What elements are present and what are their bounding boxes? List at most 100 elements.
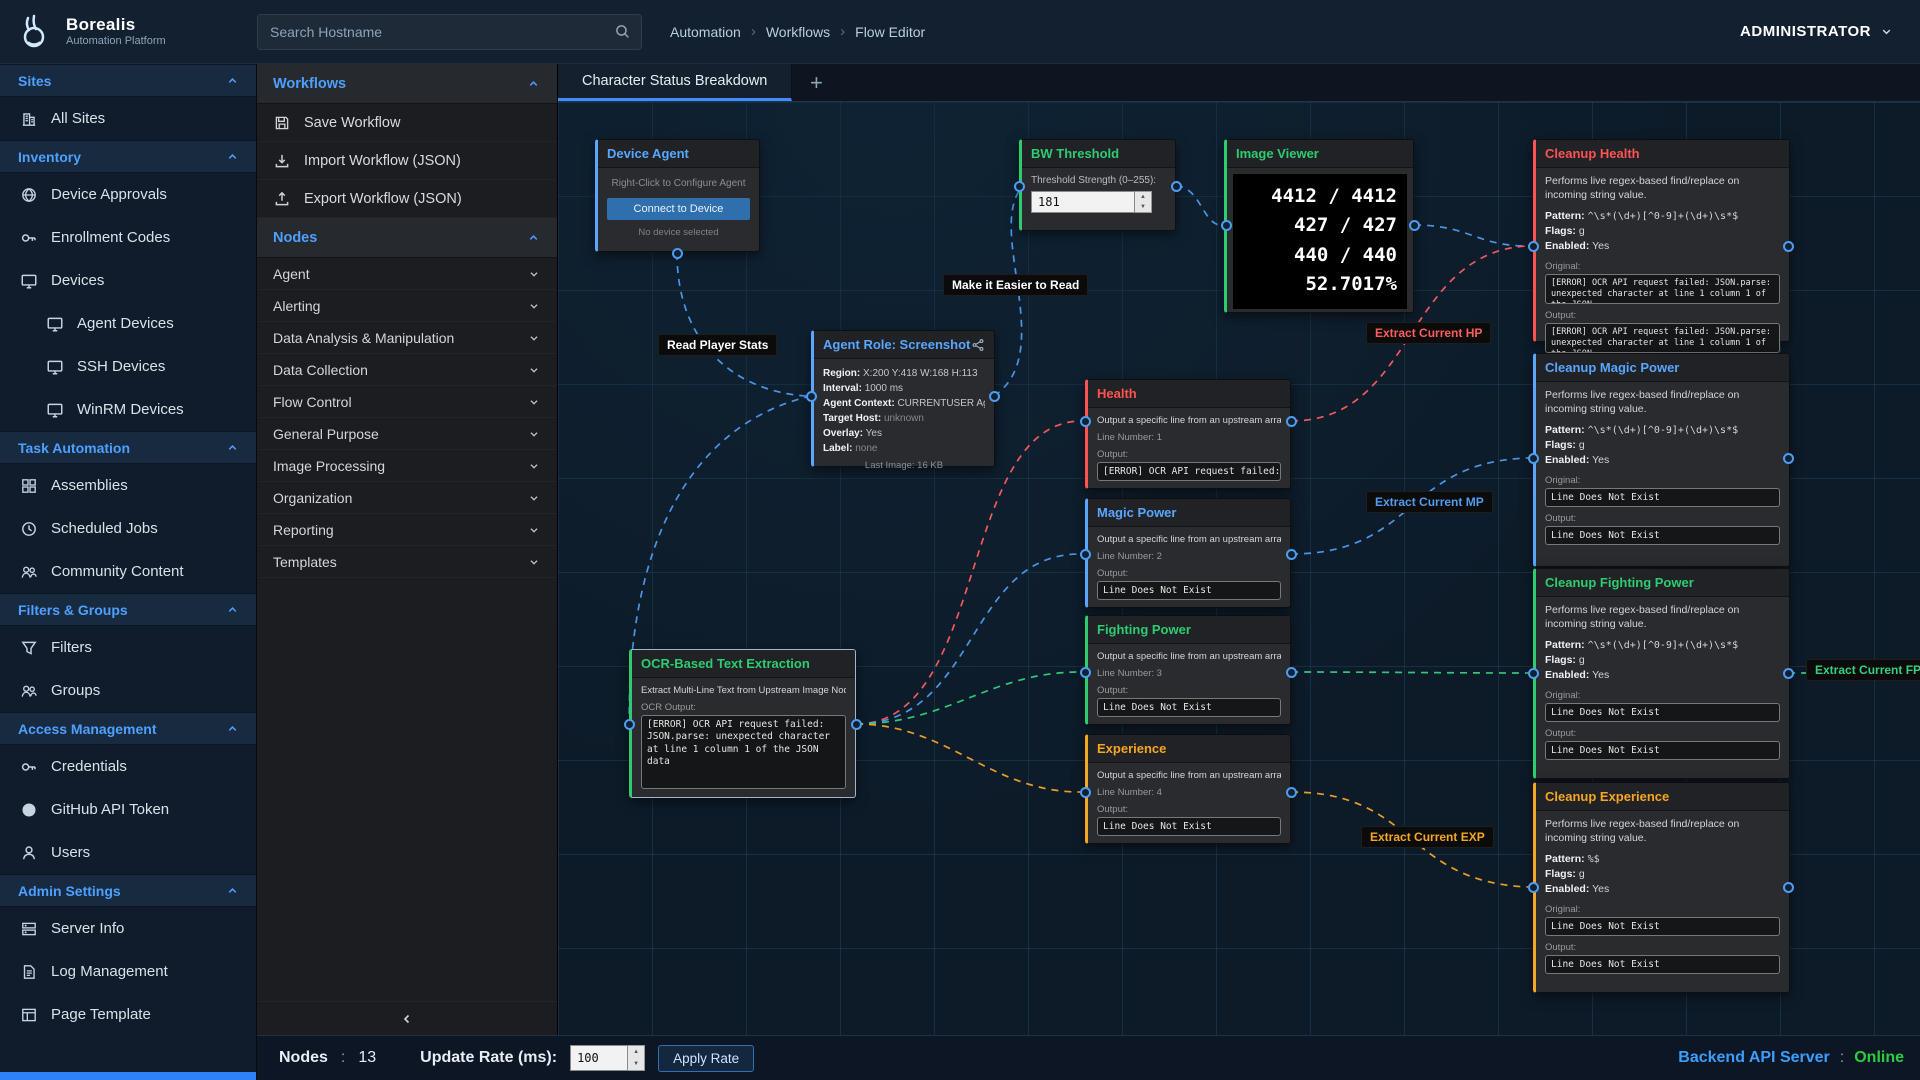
port[interactable]: [1286, 787, 1297, 798]
node-ocr-text-extraction[interactable]: OCR-Based Text Extraction Extract Multi-…: [629, 649, 856, 798]
number-stepper[interactable]: ▲▼: [628, 1045, 645, 1071]
output-textbox[interactable]: Line Does Not Exist: [1097, 581, 1281, 600]
node-health[interactable]: Health Output a specific line from an up…: [1085, 379, 1291, 489]
threshold-value-input[interactable]: [1031, 191, 1135, 213]
port[interactable]: [1080, 549, 1091, 560]
sidebar-item-devices[interactable]: Devices: [0, 259, 256, 302]
port[interactable]: [851, 719, 862, 730]
tab-character-status-breakdown[interactable]: Character Status Breakdown: [558, 64, 792, 101]
output-textbox[interactable]: [ERROR] OCR API request failed: JSON.par…: [1545, 323, 1780, 353]
port[interactable]: [1528, 882, 1539, 893]
port[interactable]: [1783, 668, 1794, 679]
sidebar-section-sites[interactable]: Sites: [0, 64, 256, 97]
sidebar-item-scheduled-jobs[interactable]: Scheduled Jobs: [0, 507, 256, 550]
port[interactable]: [1014, 181, 1025, 192]
port[interactable]: [1783, 453, 1794, 464]
original-textbox[interactable]: Line Does Not Exist: [1545, 488, 1780, 507]
stepper-up-icon[interactable]: ▲: [628, 1046, 644, 1058]
node-image-viewer[interactable]: Image Viewer 4412 / 4412 427 / 427 440 /…: [1224, 139, 1414, 313]
sidebar-section-task-automation[interactable]: Task Automation: [0, 431, 256, 464]
node-category-reporting[interactable]: Reporting: [257, 514, 557, 546]
node-category-data-analysis[interactable]: Data Analysis & Manipulation: [257, 322, 557, 354]
original-textbox[interactable]: Line Does Not Exist: [1545, 703, 1780, 722]
node-category-general-purpose[interactable]: General Purpose: [257, 418, 557, 450]
sidebar-section-filters-groups[interactable]: Filters & Groups: [0, 593, 256, 626]
sidebar-item-device-approvals[interactable]: Device Approvals: [0, 173, 256, 216]
ocr-output-textbox[interactable]: [ERROR] OCR API request failed: JSON.par…: [641, 715, 846, 789]
node-fighting-power[interactable]: Fighting Power Output a specific line fr…: [1085, 615, 1291, 725]
node-category-data-collection[interactable]: Data Collection: [257, 354, 557, 386]
breadcrumb-workflows[interactable]: Workflows: [766, 24, 830, 40]
breadcrumb-automation[interactable]: Automation: [670, 24, 741, 40]
sidebar-item-credentials[interactable]: Credentials: [0, 745, 256, 788]
search-input[interactable]: [258, 24, 614, 40]
export-workflow-button[interactable]: Export Workflow (JSON): [257, 180, 557, 218]
port[interactable]: [1171, 181, 1182, 192]
port[interactable]: [989, 391, 1000, 402]
sidebar-item-enrollment-codes[interactable]: Enrollment Codes: [0, 216, 256, 259]
node-magic-power[interactable]: Magic Power Output a specific line from …: [1085, 498, 1291, 608]
stepper-down-icon[interactable]: ▼: [1135, 202, 1151, 212]
port[interactable]: [1528, 668, 1539, 679]
sidebar-item-github-api-token[interactable]: GitHub API Token: [0, 788, 256, 831]
node-category-organization[interactable]: Organization: [257, 482, 557, 514]
node-experience[interactable]: Experience Output a specific line from a…: [1085, 734, 1291, 844]
node-category-image-processing[interactable]: Image Processing: [257, 450, 557, 482]
sidebar-item-server-info[interactable]: Server Info: [0, 907, 256, 950]
port[interactable]: [1080, 787, 1091, 798]
collapse-panel-button[interactable]: [257, 1001, 557, 1035]
add-tab-button[interactable]: +: [792, 64, 840, 101]
node-category-agent[interactable]: Agent: [257, 258, 557, 290]
node-cleanup-experience[interactable]: Cleanup Experience Performs live regex-b…: [1533, 782, 1790, 993]
sidebar-item-ssh-devices[interactable]: SSH Devices: [0, 345, 256, 388]
sidebar-section-inventory[interactable]: Inventory: [0, 140, 256, 173]
sidebar-item-users[interactable]: Users: [0, 831, 256, 874]
stepper-down-icon[interactable]: ▼: [628, 1058, 644, 1070]
node-cleanup-health[interactable]: Cleanup Health Performs live regex-based…: [1533, 139, 1790, 342]
port[interactable]: [672, 248, 683, 259]
output-textbox[interactable]: Line Does Not Exist: [1097, 817, 1281, 836]
port[interactable]: [1409, 220, 1420, 231]
output-textbox[interactable]: Line Does Not Exist: [1097, 698, 1281, 717]
port[interactable]: [1783, 882, 1794, 893]
original-textbox[interactable]: Line Does Not Exist: [1545, 917, 1780, 936]
port[interactable]: [1286, 416, 1297, 427]
user-menu[interactable]: ADMINISTRATOR: [1740, 23, 1894, 40]
connect-to-device-button[interactable]: Connect to Device: [607, 198, 750, 220]
port[interactable]: [1221, 220, 1232, 231]
sidebar-item-community-content[interactable]: Community Content: [0, 550, 256, 593]
output-textbox[interactable]: Line Does Not Exist: [1545, 955, 1780, 974]
node-category-templates[interactable]: Templates: [257, 546, 557, 578]
port[interactable]: [1286, 549, 1297, 560]
output-textbox[interactable]: Line Does Not Exist: [1545, 741, 1780, 760]
sidebar-section-access-management[interactable]: Access Management: [0, 712, 256, 745]
node-cleanup-magic-power[interactable]: Cleanup Magic Power Performs live regex-…: [1533, 353, 1790, 567]
sidebar-section-admin-settings[interactable]: Admin Settings: [0, 874, 256, 907]
import-workflow-button[interactable]: Import Workflow (JSON): [257, 142, 557, 180]
update-rate-input[interactable]: [570, 1045, 628, 1071]
output-textbox[interactable]: [ERROR] OCR API request failed: JSON.par: [1097, 462, 1281, 481]
workflows-panel-header[interactable]: Workflows: [257, 64, 557, 104]
port[interactable]: [1528, 241, 1539, 252]
output-textbox[interactable]: Line Does Not Exist: [1545, 526, 1780, 545]
node-device-agent[interactable]: Device Agent Right-Click to Configure Ag…: [595, 139, 760, 252]
port[interactable]: [1783, 241, 1794, 252]
sidebar-item-assemblies[interactable]: Assemblies: [0, 464, 256, 507]
apply-rate-button[interactable]: Apply Rate: [658, 1045, 754, 1072]
port[interactable]: [1080, 416, 1091, 427]
save-workflow-button[interactable]: Save Workflow: [257, 104, 557, 142]
port[interactable]: [1080, 667, 1091, 678]
share-icon[interactable]: [971, 338, 985, 352]
port[interactable]: [624, 719, 635, 730]
nodes-panel-header[interactable]: Nodes: [257, 218, 557, 258]
sidebar-item-filters[interactable]: Filters: [0, 626, 256, 669]
node-category-alerting[interactable]: Alerting: [257, 290, 557, 322]
node-cleanup-fighting-power[interactable]: Cleanup Fighting Power Performs live reg…: [1533, 568, 1790, 779]
sidebar-item-log-management[interactable]: Log Management: [0, 950, 256, 993]
node-bw-threshold[interactable]: BW Threshold Threshold Strength (0–255):…: [1019, 139, 1176, 231]
stepper-up-icon[interactable]: ▲: [1135, 192, 1151, 202]
port[interactable]: [806, 391, 817, 402]
node-agent-role-screenshot[interactable]: Agent Role: Screenshot Region: X:200 Y:4…: [811, 330, 995, 467]
sidebar-item-page-template[interactable]: Page Template: [0, 993, 256, 1036]
number-stepper[interactable]: ▲▼: [1135, 191, 1152, 213]
